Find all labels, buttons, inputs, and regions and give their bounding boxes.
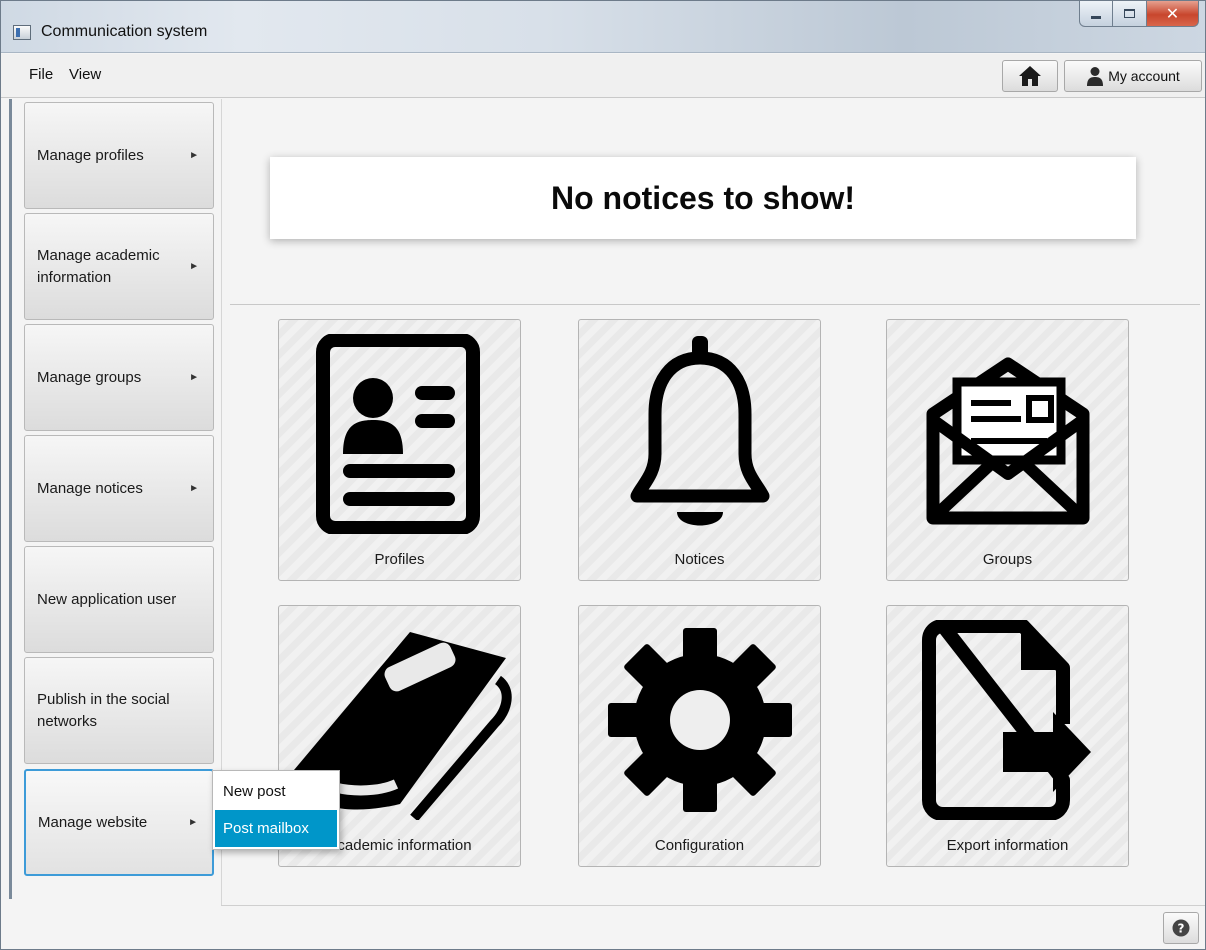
maximize-button[interactable]: [1113, 1, 1147, 27]
profile-card-icon: [315, 334, 480, 534]
app-window: Communication system ✕ File View My acco…: [0, 0, 1206, 950]
sidebar-item-manage-profiles[interactable]: Manage profiles ►: [24, 102, 214, 209]
submenu-arrow-icon: ►: [188, 816, 198, 828]
sidebar-item-new-application-user[interactable]: New application user: [24, 546, 214, 653]
tile-profiles[interactable]: Profiles: [278, 319, 521, 581]
menu-item-new-post[interactable]: New post: [215, 773, 337, 810]
window-title: Communication system: [41, 23, 208, 40]
tile-label: Configuration: [654, 837, 745, 854]
sidebar-item-manage-website[interactable]: Manage website ►: [24, 769, 214, 876]
window-controls: ✕: [1079, 1, 1199, 27]
gear-icon: [607, 628, 792, 812]
sidebar-item-label: Manage profiles: [37, 146, 144, 164]
menu-item-post-mailbox[interactable]: Post mailbox: [215, 810, 337, 847]
title-bar[interactable]: Communication system ✕: [1, 1, 1205, 53]
file-export-icon: [921, 620, 1091, 820]
user-icon: [1087, 67, 1104, 86]
sidebar-item-label: Publish in the social networks: [37, 690, 170, 730]
sidebar-item-publish-social-networks[interactable]: Publish in the social networks: [24, 657, 214, 764]
home-icon: [1019, 66, 1041, 86]
minimize-button[interactable]: [1079, 1, 1113, 27]
tile-configuration[interactable]: Configuration: [578, 605, 821, 867]
submenu-arrow-icon: ►: [189, 260, 199, 272]
menu-view[interactable]: View: [69, 66, 101, 83]
sidebar: Manage profiles ► Manage academic inform…: [9, 99, 219, 899]
my-account-button[interactable]: My account: [1064, 60, 1202, 92]
svg-text:?: ?: [1178, 922, 1185, 936]
my-account-label: My account: [1108, 68, 1180, 84]
submenu-arrow-icon: ►: [189, 482, 199, 494]
help-icon: ?: [1172, 919, 1190, 937]
bell-icon: [630, 336, 769, 526]
tile-label: Notices: [674, 551, 725, 568]
submenu-arrow-icon: ►: [189, 371, 199, 383]
sidebar-item-label: Manage website: [38, 813, 148, 831]
notice-text: No notices to show!: [551, 179, 855, 216]
home-button[interactable]: [1002, 60, 1058, 92]
submenu-arrow-icon: ►: [189, 149, 199, 161]
menu-bar: File View My account: [1, 54, 1205, 98]
main-panel: No notices to show! Profiles Notices Gro…: [221, 99, 1205, 905]
tile-label: Groups: [982, 551, 1033, 568]
app-icon: [13, 25, 31, 40]
manage-website-submenu: New post Post mailbox: [212, 770, 340, 850]
sidebar-item-manage-notices[interactable]: Manage notices ►: [24, 435, 214, 542]
tile-groups[interactable]: Groups: [886, 319, 1129, 581]
minimize-icon: [1091, 16, 1101, 19]
envelope-icon: [926, 357, 1089, 525]
help-button[interactable]: ?: [1163, 912, 1199, 944]
sidebar-item-label: Manage academic information: [37, 246, 160, 286]
menu-file[interactable]: File: [29, 66, 53, 83]
status-bar: ?: [221, 905, 1205, 949]
tile-label: Export information: [946, 837, 1069, 854]
tile-export-information[interactable]: Export information: [886, 605, 1129, 867]
sidebar-item-manage-groups[interactable]: Manage groups ►: [24, 324, 214, 431]
divider: [230, 304, 1200, 305]
sidebar-item-label: New application user: [37, 590, 177, 608]
sidebar-item-manage-academic-information[interactable]: Manage academic information ►: [24, 213, 214, 320]
tile-label: Profiles: [374, 551, 425, 568]
notice-banner: No notices to show!: [270, 157, 1136, 239]
maximize-icon: [1124, 9, 1135, 18]
close-button[interactable]: ✕: [1147, 1, 1199, 27]
close-icon: ✕: [1165, 5, 1180, 23]
tile-notices[interactable]: Notices: [578, 319, 821, 581]
sidebar-item-label: Manage notices: [37, 479, 143, 497]
sidebar-item-label: Manage groups: [37, 368, 142, 386]
